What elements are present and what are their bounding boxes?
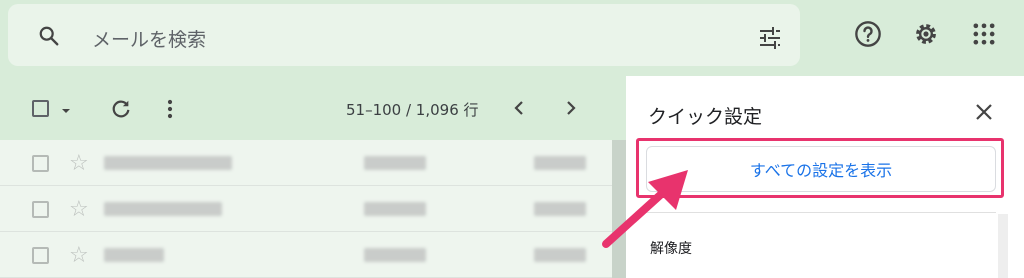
list-toolbar: 51–100 / 1,096 行 [0, 76, 626, 140]
date-redacted [534, 202, 586, 216]
sender-redacted [104, 202, 222, 216]
refresh-icon[interactable] [110, 98, 132, 125]
row-checkbox[interactable] [32, 247, 49, 264]
subject-redacted [364, 248, 426, 262]
sender-redacted [104, 156, 232, 170]
sender-redacted [104, 248, 164, 262]
more-options-icon[interactable] [166, 98, 174, 125]
help-icon[interactable] [854, 20, 882, 53]
subject-redacted [364, 156, 426, 170]
pagination-info: 51–100 / 1,096 行 [346, 101, 479, 119]
list-item[interactable]: ☆ [0, 140, 612, 186]
panel-title: クイック設定 [648, 106, 763, 128]
previous-page-icon[interactable] [512, 100, 526, 121]
search-icon[interactable] [38, 25, 60, 52]
select-dropdown-icon[interactable] [60, 103, 72, 121]
apps-grid-icon[interactable] [970, 20, 998, 53]
list-item[interactable]: ☆ [0, 232, 612, 278]
date-redacted [534, 248, 586, 262]
select-all-checkbox[interactable] [32, 100, 49, 117]
search-options-icon[interactable] [758, 26, 782, 55]
divider [646, 212, 996, 213]
message-rows: ☆ ☆ ☆ [0, 140, 612, 278]
settings-gear-icon[interactable] [912, 20, 940, 53]
date-redacted [534, 156, 586, 170]
search-bar[interactable]: メールを検索 [8, 4, 800, 66]
star-icon[interactable]: ☆ [69, 196, 89, 222]
subject-redacted [364, 202, 426, 216]
row-checkbox[interactable] [32, 201, 49, 218]
star-icon[interactable]: ☆ [69, 242, 89, 268]
row-checkbox[interactable] [32, 155, 49, 172]
list-item[interactable]: ☆ [0, 186, 612, 232]
annotation-arrow-icon [602, 170, 688, 248]
next-page-icon[interactable] [564, 100, 578, 121]
close-icon[interactable] [974, 102, 994, 127]
search-input[interactable]: メールを検索 [92, 25, 206, 52]
star-icon[interactable]: ☆ [69, 150, 89, 176]
panel-scrollbar[interactable] [998, 214, 1008, 278]
mail-list: 51–100 / 1,096 行 ☆ ☆ ☆ [0, 76, 626, 278]
